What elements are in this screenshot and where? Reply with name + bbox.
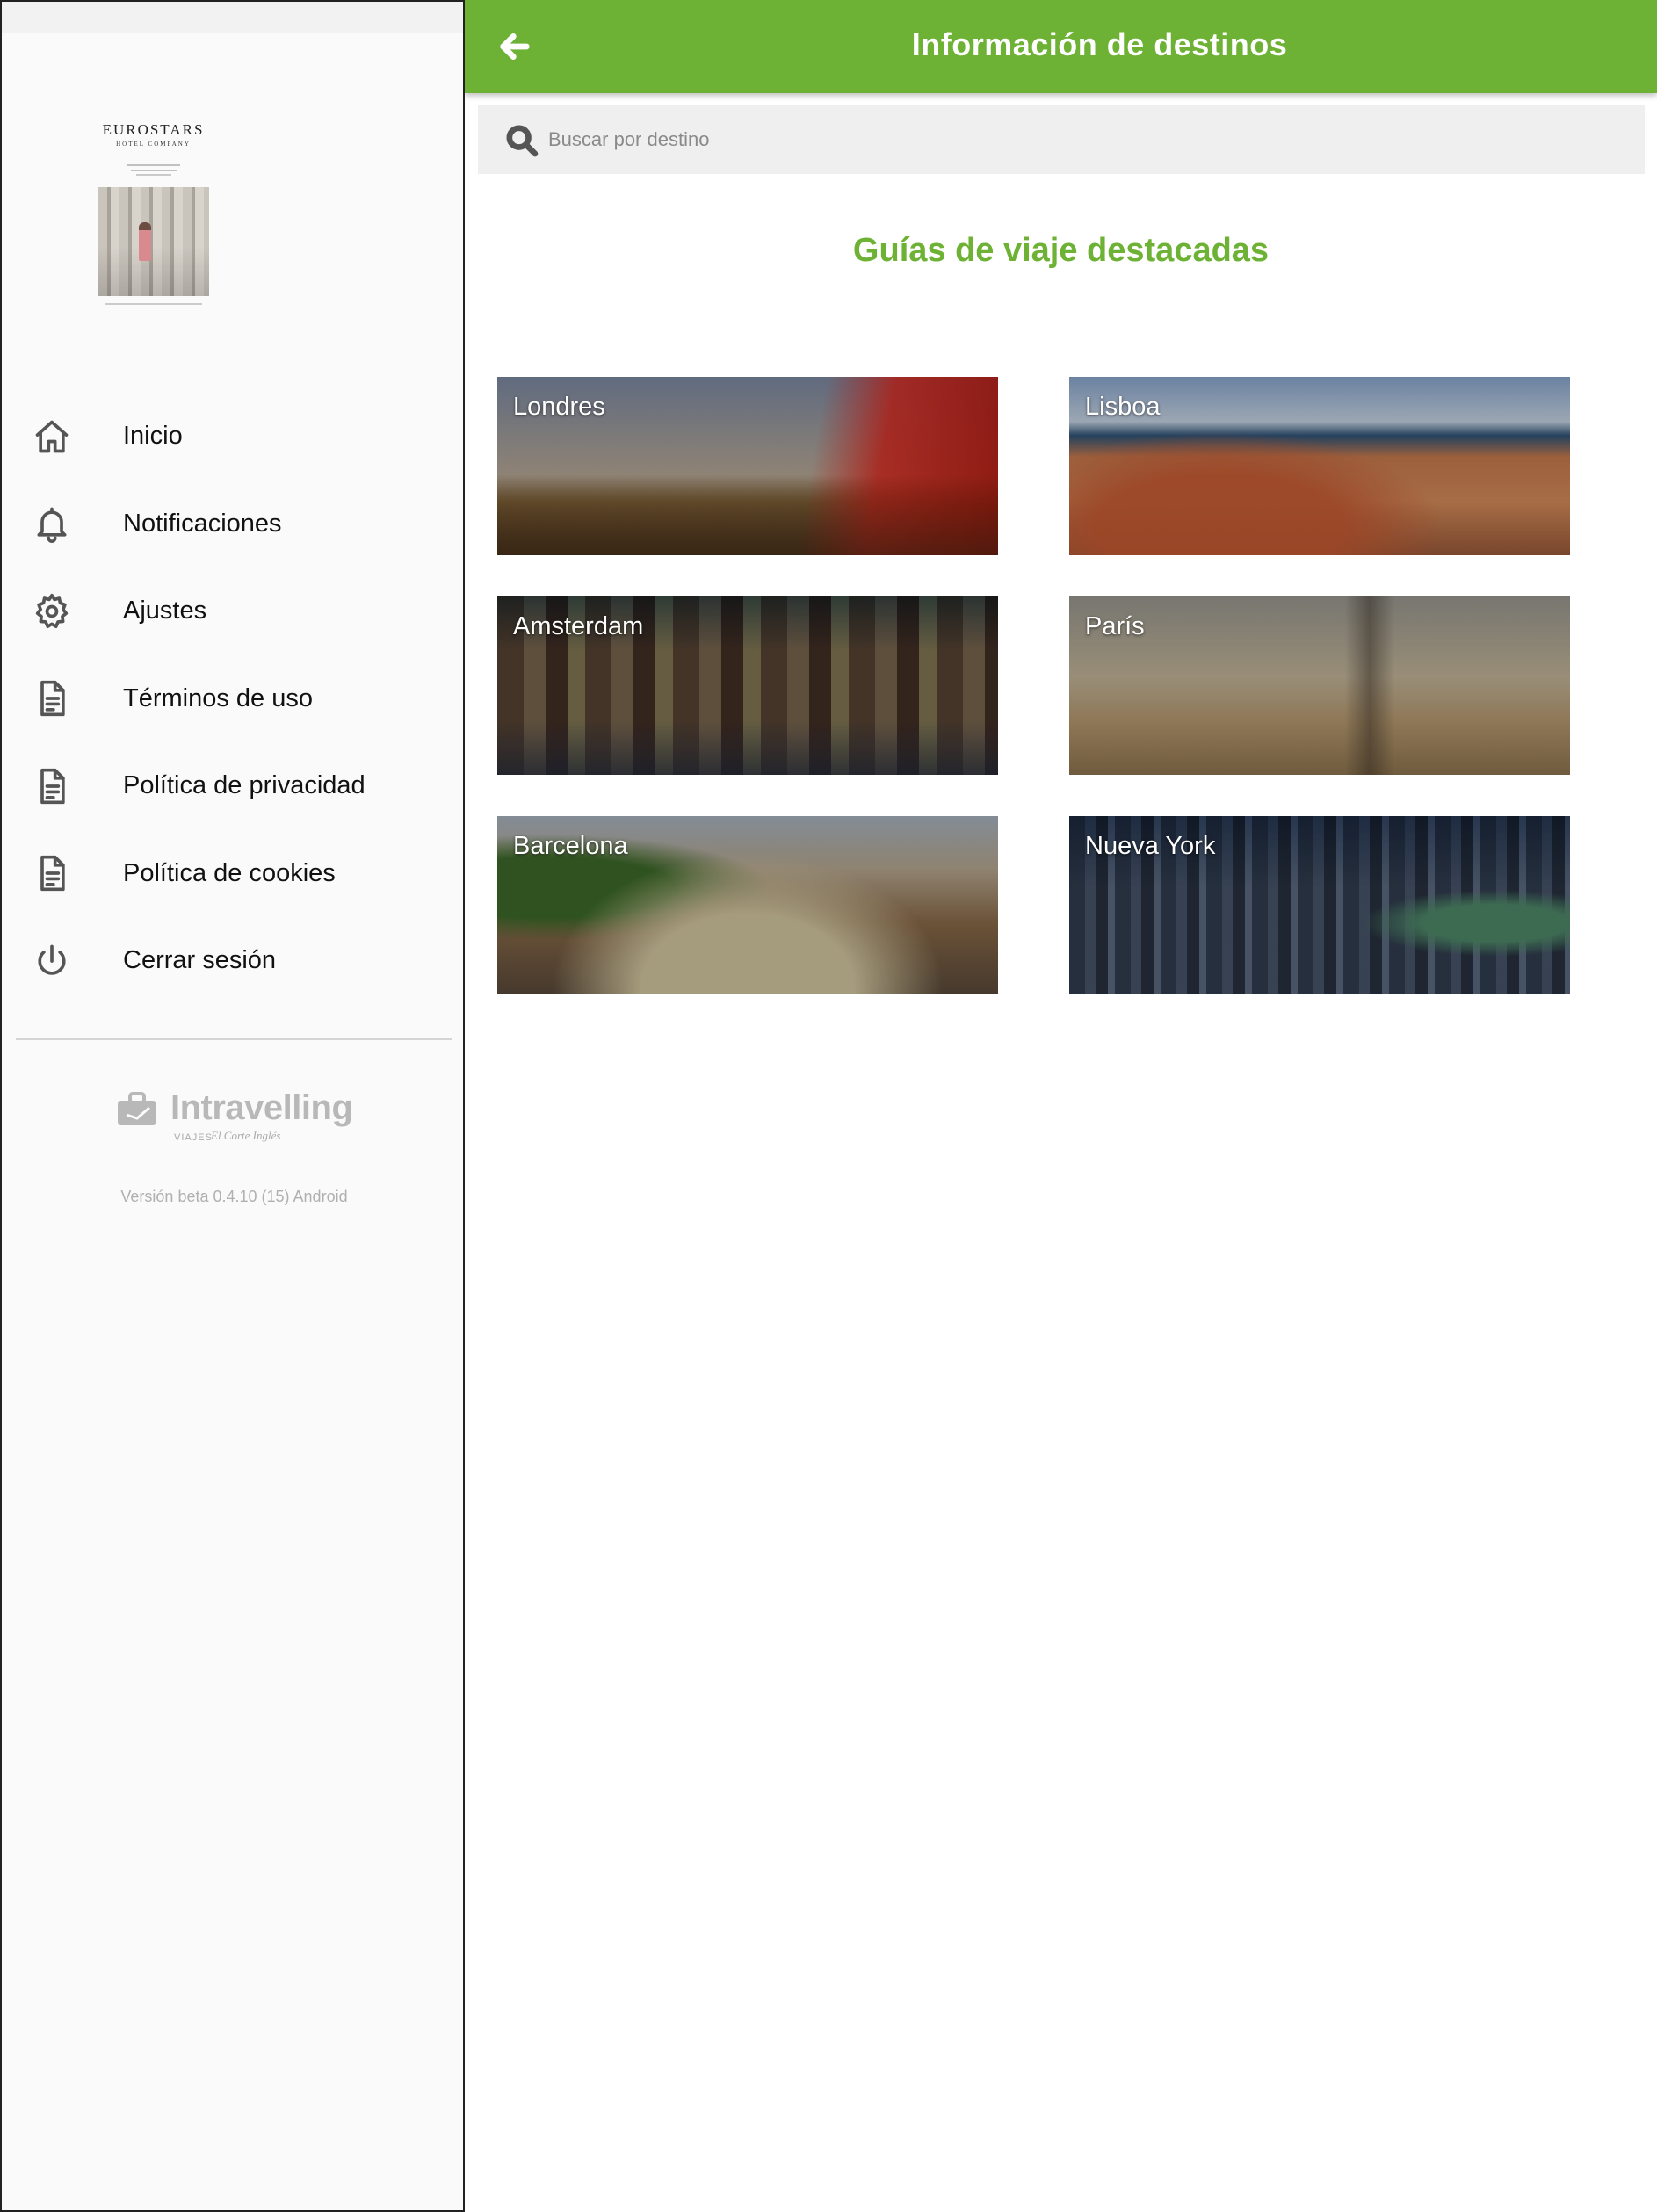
document-icon	[32, 853, 72, 893]
destination-label: Lisboa	[1085, 393, 1161, 421]
menu-item-privacidad[interactable]: Política de privacidad	[2, 742, 463, 830]
destination-card-amsterdam[interactable]: Amsterdam	[497, 596, 998, 775]
menu-item-label: Inicio	[123, 422, 183, 451]
eurostars-logo: EUROSTARS HOTEL COMPANY	[90, 116, 217, 305]
search-bar[interactable]	[478, 105, 1645, 174]
brand-photo	[98, 187, 209, 297]
drawer-divider	[16, 1038, 452, 1040]
search-input[interactable]	[548, 118, 1603, 162]
destination-label: Barcelona	[513, 832, 628, 860]
menu-item-label: Política de privacidad	[123, 771, 365, 800]
section-title: Guías de viaje destacadas	[852, 232, 1270, 269]
el-corte-ingles-label: El Corte Inglés	[211, 1129, 281, 1142]
viajes-label: VIAJES	[174, 1132, 213, 1143]
menu-item-label: Ajustes	[123, 596, 207, 625]
drawer-status-strip	[2, 2, 463, 33]
app-root: EUROSTARS HOTEL COMPANY Inicio Notificac…	[0, 0, 1657, 2212]
brand-name: EUROSTARS	[102, 121, 205, 138]
navigation-drawer: EUROSTARS HOTEL COMPANY Inicio Notificac…	[0, 0, 465, 2212]
menu-item-ajustes[interactable]: Ajustes	[2, 567, 463, 655]
gear-icon	[32, 591, 72, 632]
suitcase-icon	[118, 1092, 156, 1125]
menu-item-label: Cerrar sesión	[123, 946, 277, 975]
power-icon	[32, 941, 72, 981]
brand-tagline-graphic	[119, 162, 189, 180]
destination-label: Londres	[513, 393, 605, 421]
intravelling-wordmark: Intravelling	[170, 1088, 353, 1127]
destination-label: Nueva York	[1085, 832, 1216, 860]
brand-subtitle: HOTEL COMPANY	[116, 141, 191, 148]
brand-footnote-line	[105, 303, 202, 305]
menu-item-cookies[interactable]: Política de cookies	[2, 830, 463, 918]
bell-icon	[32, 503, 72, 544]
menu-item-label: Términos de uso	[123, 683, 313, 712]
drawer-menu: Inicio Notificaciones Ajustes Términos d…	[2, 393, 463, 1005]
destination-label: Amsterdam	[513, 612, 644, 640]
menu-item-inicio[interactable]: Inicio	[2, 393, 463, 481]
app-version-label: Versión beta 0.4.10 (15) Android	[120, 1188, 348, 1205]
app-bar: Información de destinos	[465, 0, 1657, 93]
intravelling-logo: Intravelling VIAJES El Corte Inglés	[116, 1087, 353, 1153]
search-icon	[504, 123, 539, 158]
menu-item-notificaciones[interactable]: Notificaciones	[2, 481, 463, 568]
destination-card-lisboa[interactable]: Lisboa	[1069, 377, 1570, 555]
menu-item-label: Política de cookies	[123, 858, 336, 887]
menu-item-cerrar-sesion[interactable]: Cerrar sesión	[2, 917, 463, 1005]
document-icon	[32, 678, 72, 719]
main-content: Información de destinos Guías de viaje d…	[465, 0, 1657, 2212]
destination-card-nueva-york[interactable]: Nueva York	[1069, 816, 1570, 994]
page-title: Información de destinos	[911, 26, 1288, 62]
home-icon	[32, 416, 72, 457]
destination-card-barcelona[interactable]: Barcelona	[497, 816, 998, 994]
document-icon	[32, 766, 72, 806]
destination-label: París	[1085, 612, 1145, 640]
destination-card-londres[interactable]: Londres	[497, 377, 998, 555]
menu-item-label: Notificaciones	[123, 509, 282, 538]
destination-card-paris[interactable]: París	[1069, 596, 1570, 775]
menu-item-terminos[interactable]: Términos de uso	[2, 655, 463, 743]
